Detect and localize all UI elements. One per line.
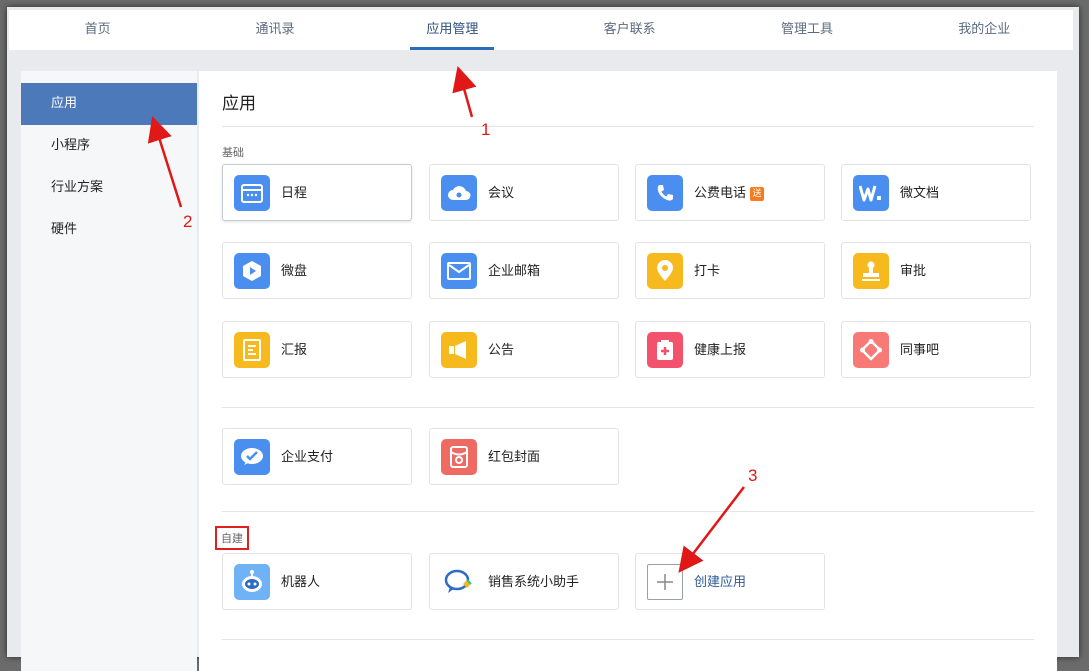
app-card-mail[interactable]: 企业邮箱 [429,242,619,299]
app-card-robot[interactable]: 机器人 [222,553,412,610]
top-navigation: 首页 通讯录 应用管理 客户联系 管理工具 我的企业 [9,10,1073,50]
tab-my-enterprise[interactable]: 我的企业 [896,10,1073,50]
app-card-checkin[interactable]: 打卡 [635,242,825,299]
calendar-icon [234,175,270,211]
section-label-basic: 基础 [222,146,244,159]
app-label: 销售系统小助手 [488,575,580,590]
divider [222,126,1034,127]
sidebar-item-industry-solutions[interactable]: 行业方案 [21,167,197,209]
app-label: 健康上报 [694,343,747,358]
app-label: 公告 [488,343,515,358]
app-card-public-phone[interactable]: 公费电话送 [635,164,825,221]
app-card-approval[interactable]: 审批 [841,242,1031,299]
location-pin-icon [647,253,683,289]
megaphone-icon [441,332,477,368]
red-packet-icon [441,439,477,475]
sidebar-item-hardware[interactable]: 硬件 [21,209,197,251]
app-card-colleague-bar[interactable]: 同事吧 [841,321,1031,378]
document-w-icon [853,175,889,211]
chat-bubble-icon [441,564,477,600]
app-label: 日程 [281,186,308,201]
app-label: 企业邮箱 [488,264,541,279]
report-icon [234,332,270,368]
tab-management-tools[interactable]: 管理工具 [718,10,895,50]
annotation-number-1: 1 [481,120,491,139]
app-label: 微文档 [900,186,940,201]
pay-icon [234,439,270,475]
sidebar-item-mini-programs[interactable]: 小程序 [21,125,197,167]
create-app-button[interactable]: 创建应用 [635,553,825,610]
app-card-red-packet-cover[interactable]: 红包封面 [429,428,619,485]
app-card-report[interactable]: 汇报 [222,321,412,378]
app-card-meeting[interactable]: 会议 [429,164,619,221]
stamp-icon [853,253,889,289]
app-label: 会议 [488,186,515,201]
app-card-sales-assistant[interactable]: 销售系统小助手 [429,553,619,610]
mail-icon [441,253,477,289]
robot-icon [234,564,270,600]
tab-app-management[interactable]: 应用管理 [364,10,541,50]
tab-customer-contact[interactable]: 客户联系 [541,10,718,50]
app-label: 打卡 [694,264,721,279]
divider [222,407,1034,408]
app-label: 汇报 [281,343,308,358]
main-panel: 应用 基础 日程 会议 公费电话送 微文档 微盘 企业邮箱 打卡 审批 汇报 公… [199,71,1057,671]
app-label: 审批 [900,264,927,279]
app-label: 微盘 [281,264,308,279]
annotation-number-3: 3 [748,466,758,485]
app-label: 创建应用 [694,575,747,590]
app-card-doc[interactable]: 微文档 [841,164,1031,221]
sidebar: 应用 小程序 行业方案 硬件 [21,71,197,671]
app-card-drive[interactable]: 微盘 [222,242,412,299]
app-card-calendar[interactable]: 日程 [222,164,412,221]
app-label: 公费电话送 [694,165,765,222]
colleague-icon [853,332,889,368]
app-label: 同事吧 [900,343,940,358]
health-icon [647,332,683,368]
sidebar-item-apps[interactable]: 应用 [21,83,197,125]
app-card-announcement[interactable]: 公告 [429,321,619,378]
tab-home[interactable]: 首页 [9,10,186,50]
page-title: 应用 [222,94,256,114]
divider [222,511,1034,512]
cloud-icon [441,175,477,211]
app-card-enterprise-pay[interactable]: 企业支付 [222,428,412,485]
gift-badge: 送 [750,187,765,201]
plus-icon [647,564,683,600]
phone-icon [647,175,683,211]
section-label-custom: 自建 [215,526,249,550]
divider [222,639,1034,640]
app-label: 红包封面 [488,450,541,465]
annotation-number-2: 2 [183,212,193,231]
app-card-health-report[interactable]: 健康上报 [635,321,825,378]
app-label: 机器人 [281,575,321,590]
app-label: 企业支付 [281,450,334,465]
drive-icon [234,253,270,289]
tab-contacts[interactable]: 通讯录 [186,10,363,50]
